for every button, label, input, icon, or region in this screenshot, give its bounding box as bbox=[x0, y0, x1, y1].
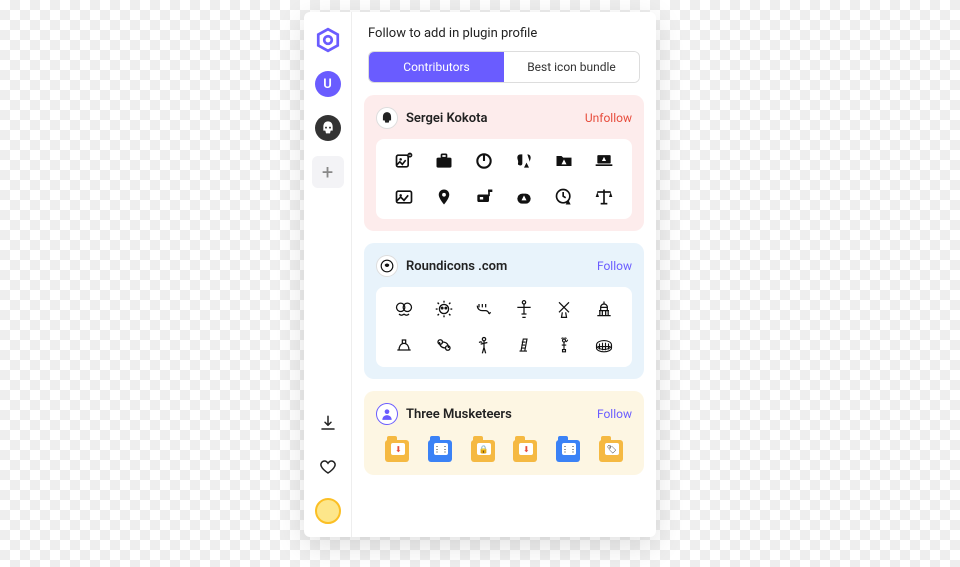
icon-grid: ⬇ ⋮⋮ 🔒 ⬇ ⋮⋮ 🏷 bbox=[376, 435, 632, 463]
brain-warning-icon[interactable] bbox=[512, 149, 536, 173]
profile-avatar-icon bbox=[315, 498, 341, 524]
warning-badge-icon[interactable] bbox=[512, 185, 536, 209]
user-avatar: U bbox=[315, 71, 341, 97]
contributor-card: Sergei Kokota Unfollow bbox=[364, 95, 644, 231]
content-scroll: Sergei Kokota Unfollow bbox=[352, 95, 656, 537]
location-pin-icon[interactable] bbox=[432, 185, 456, 209]
sidebar-profile[interactable] bbox=[312, 495, 344, 527]
christ-statue-icon[interactable] bbox=[512, 297, 536, 321]
image-icon[interactable] bbox=[392, 185, 416, 209]
plus-icon: + bbox=[322, 160, 333, 184]
icon-grid bbox=[376, 287, 632, 367]
liberty-statue-icon[interactable] bbox=[552, 333, 576, 357]
briefcase-icon[interactable] bbox=[432, 149, 456, 173]
sidebar-download[interactable] bbox=[312, 407, 344, 439]
sidebar-collection[interactable] bbox=[312, 112, 344, 144]
icon-grid bbox=[376, 139, 632, 219]
darth-avatar-icon bbox=[380, 111, 394, 125]
folder-download-yellow-icon[interactable]: ⬇ bbox=[513, 439, 537, 463]
app-logo[interactable] bbox=[312, 24, 344, 56]
sidebar-add[interactable]: + bbox=[312, 156, 344, 188]
folder-download-yellow-icon[interactable]: ⬇ bbox=[385, 439, 409, 463]
contributor-card: Roundicons .com Follow bbox=[364, 243, 644, 379]
folder-warning-icon[interactable] bbox=[552, 149, 576, 173]
pisa-tower-icon[interactable] bbox=[512, 333, 536, 357]
plugin-panel: U + Follow to add in plugin profile Cont… bbox=[304, 12, 656, 537]
capitol-icon[interactable] bbox=[592, 297, 616, 321]
contributor-name: Roundicons .com bbox=[406, 259, 507, 274]
contributor-avatar bbox=[376, 255, 398, 277]
folder-zip-blue-icon[interactable]: ⋮⋮ bbox=[428, 439, 452, 463]
scale-icon[interactable] bbox=[592, 185, 616, 209]
sidebar: U + bbox=[304, 12, 352, 537]
folder-zip-blue-icon[interactable]: ⋮⋮ bbox=[556, 439, 580, 463]
unfollow-button[interactable]: Unfollow bbox=[585, 111, 632, 125]
faces-icon[interactable] bbox=[392, 297, 416, 321]
contributor-card: Three Musketeers Follow ⬇ ⋮⋮ 🔒 ⬇ ⋮⋮ 🏷 bbox=[364, 391, 644, 475]
laptop-warning-icon[interactable] bbox=[592, 149, 616, 173]
archer-icon[interactable] bbox=[472, 333, 496, 357]
sphinx-icon[interactable] bbox=[392, 333, 416, 357]
contributor-avatar bbox=[376, 403, 398, 425]
lion-icon[interactable] bbox=[432, 297, 456, 321]
page-title: Follow to add in plugin profile bbox=[352, 12, 656, 51]
person-avatar-icon bbox=[380, 407, 394, 421]
folder-lock-yellow-icon[interactable]: 🔒 bbox=[471, 439, 495, 463]
windmill-icon[interactable] bbox=[552, 297, 576, 321]
tab-best-bundle[interactable]: Best icon bundle bbox=[504, 52, 639, 82]
scorpion-icon[interactable] bbox=[472, 297, 496, 321]
image-minus-icon[interactable] bbox=[392, 149, 416, 173]
clock-alert-icon[interactable] bbox=[552, 185, 576, 209]
heart-icon bbox=[319, 458, 337, 476]
follow-button[interactable]: Follow bbox=[597, 259, 632, 273]
folder-tag-yellow-icon[interactable]: 🏷 bbox=[599, 439, 623, 463]
contributor-name: Three Musketeers bbox=[406, 407, 512, 422]
darth-avatar-icon bbox=[315, 115, 341, 141]
contributor-avatar bbox=[376, 107, 398, 129]
colosseum-icon[interactable] bbox=[592, 333, 616, 357]
contributor-name: Sergei Kokota bbox=[406, 111, 487, 126]
mailbox-icon[interactable] bbox=[472, 185, 496, 209]
sidebar-user[interactable]: U bbox=[312, 68, 344, 100]
cancer-sign-icon[interactable] bbox=[432, 333, 456, 357]
tabs: Contributors Best icon bundle bbox=[368, 51, 640, 83]
bird-avatar-icon bbox=[380, 259, 394, 273]
follow-button[interactable]: Follow bbox=[597, 407, 632, 421]
hex-logo-icon bbox=[315, 27, 341, 53]
download-icon bbox=[319, 414, 337, 432]
main-area: Follow to add in plugin profile Contribu… bbox=[352, 12, 656, 537]
tab-contributors[interactable]: Contributors bbox=[369, 52, 504, 82]
sidebar-favorites[interactable] bbox=[312, 451, 344, 483]
power-icon[interactable] bbox=[472, 149, 496, 173]
